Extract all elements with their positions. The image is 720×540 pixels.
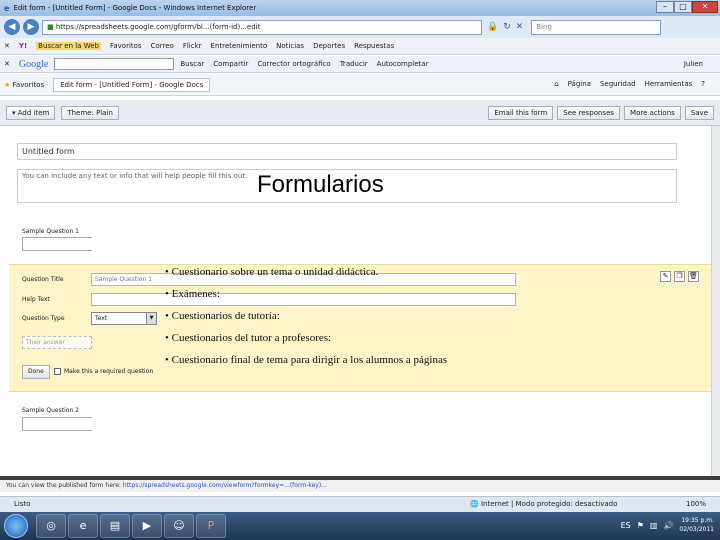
- question-title-label: Question Title: [22, 276, 64, 283]
- slide-title: Formularios: [255, 171, 386, 199]
- email-form-button[interactable]: Email this form: [488, 106, 554, 120]
- status-text: Listo: [14, 500, 31, 508]
- chevron-down-icon: ▼: [146, 313, 156, 324]
- clock[interactable]: 19:35 p.m. 02/03/2011: [679, 516, 714, 534]
- back-button[interactable]: ◀: [4, 19, 20, 35]
- refresh-icon[interactable]: ↻: [503, 22, 511, 32]
- question-type-label: Question Type: [22, 315, 65, 322]
- address-bar-row: ◀ ▶ ■ https://spreadsheets.google.com/gf…: [0, 16, 720, 38]
- required-question-toggle[interactable]: Make this a required question: [54, 368, 153, 375]
- toolbar-item[interactable]: Respuestas: [354, 42, 394, 50]
- more-actions-button[interactable]: More actions: [624, 106, 681, 120]
- help-text-label: Help Text: [22, 296, 50, 303]
- published-form-link[interactable]: https://spreadsheets.google.com/viewform…: [123, 482, 327, 489]
- forward-button[interactable]: ▶: [23, 19, 39, 35]
- folder-icon[interactable]: ▤: [100, 514, 130, 538]
- zoom-level[interactable]: 100%: [686, 497, 706, 512]
- answer-preview: Their answer: [22, 336, 92, 349]
- address-input[interactable]: ■ https://spreadsheets.google.com/gform/…: [42, 19, 482, 35]
- toolbar-item[interactable]: Favoritos: [110, 42, 142, 50]
- toolbar-item[interactable]: Noticias: [276, 42, 304, 50]
- slide-bullet: Cuestionarios de tutoría:: [165, 305, 447, 327]
- done-button[interactable]: Done: [22, 365, 50, 379]
- published-form-text: You can view the published form here:: [6, 482, 121, 489]
- toolbar-item[interactable]: Correo: [151, 42, 174, 50]
- toolbar-item[interactable]: Corrector ortográfico: [257, 60, 330, 68]
- command-bar: ★ Favoritos Edit form - [Untitled Form] …: [0, 74, 720, 96]
- toolbar-item[interactable]: Autocompletar: [377, 60, 429, 68]
- system-tray: ES ⚑ ▥ 🔊 19:35 p.m. 02/03/2011: [621, 516, 714, 534]
- save-button[interactable]: Save: [684, 106, 714, 120]
- lock-icon[interactable]: 🔒: [487, 22, 498, 32]
- home-icon[interactable]: ⌂: [554, 80, 558, 88]
- slide-bullet: Exámenes:: [165, 283, 447, 305]
- question-1-title: Sample Question 1: [22, 228, 79, 235]
- messenger-icon[interactable]: ☺: [164, 514, 194, 538]
- search-input[interactable]: Bing: [531, 19, 662, 35]
- yahoo-toolbar: ✕ Y! Buscar en la Web Favoritos Correo F…: [0, 38, 720, 55]
- browser-tab[interactable]: Edit form - [Untitled Form] - Google Doc…: [53, 77, 211, 92]
- window-title-bar: e Edit form - [Untitled Form] - Google D…: [0, 0, 720, 16]
- question-type-select[interactable]: Text ▼: [91, 312, 157, 325]
- user-name[interactable]: Julien: [684, 60, 703, 68]
- ie-icon: e: [4, 3, 10, 13]
- toolbar-item[interactable]: Entretenimiento: [211, 42, 268, 50]
- toolbar-item[interactable]: Buscar en la Web: [36, 42, 101, 50]
- status-bar: Listo 🌐 Internet | Modo protegido: desac…: [0, 496, 720, 512]
- flag-icon[interactable]: ⚑: [637, 521, 644, 530]
- network-icon[interactable]: ▥: [650, 521, 658, 530]
- duplicate-icon[interactable]: ❐: [674, 271, 685, 282]
- windows-taskbar: ◎ e ▤ ▶ ☺ P ES ⚑ ▥ 🔊 19:35 p.m. 02/03/20…: [0, 512, 720, 540]
- menu-security[interactable]: Seguridad: [600, 80, 636, 88]
- language-indicator[interactable]: ES: [621, 521, 631, 530]
- globe-icon: 🌐: [470, 500, 479, 508]
- question-2-title: Sample Question 2: [22, 407, 79, 414]
- toolbar-item[interactable]: Flickr: [183, 42, 202, 50]
- maximize-button[interactable]: □: [674, 1, 692, 13]
- slide-bullet: Cuestionario sobre un tema o unidad didá…: [165, 261, 447, 283]
- edit-icon[interactable]: ✎: [660, 271, 671, 282]
- question-1-answer[interactable]: [22, 237, 92, 251]
- see-responses-button[interactable]: See responses: [557, 106, 621, 120]
- help-icon[interactable]: ?: [701, 80, 705, 88]
- slide-bullet: Cuestionarios del tutor a profesores:: [165, 327, 447, 349]
- start-button[interactable]: [4, 514, 28, 538]
- window-title: Edit form - [Untitled Form] - Google Doc…: [13, 4, 257, 12]
- favorites-button[interactable]: ★ Favoritos: [4, 81, 44, 89]
- menu-page[interactable]: Página: [568, 80, 591, 88]
- media-player-icon[interactable]: ▶: [132, 514, 162, 538]
- url-text: https://spreadsheets.google.com/gform/bl…: [55, 22, 261, 31]
- google-logo: Google: [18, 58, 49, 70]
- question-2-answer[interactable]: [22, 417, 92, 431]
- yahoo-logo[interactable]: Y!: [19, 42, 27, 50]
- ie-taskbar-icon[interactable]: e: [68, 514, 98, 538]
- security-zone: 🌐 Internet | Modo protegido: desactivado: [470, 500, 618, 508]
- toolbar-item[interactable]: Deportes: [313, 42, 345, 50]
- add-item-button[interactable]: ▾ Add item: [6, 105, 56, 120]
- stop-icon[interactable]: ✕: [516, 22, 524, 32]
- minimize-button[interactable]: –: [656, 1, 674, 13]
- menu-tools[interactable]: Herramientas: [645, 80, 693, 88]
- toolbar-item[interactable]: Traducir: [340, 60, 368, 68]
- docs-toolbar: ▾ Add item Theme: Plain Email this form …: [0, 100, 720, 126]
- theme-button[interactable]: Theme: Plain: [61, 105, 119, 120]
- toolbar-item[interactable]: Compartir: [213, 60, 248, 68]
- slide-bullet: Cuestionario final de tema para dirigir …: [165, 349, 448, 371]
- toolbar-close-icon[interactable]: ✕: [4, 60, 10, 68]
- close-button[interactable]: ✕: [692, 1, 718, 13]
- powerpoint-icon[interactable]: P: [196, 514, 226, 538]
- required-checkbox[interactable]: [54, 368, 61, 375]
- form-title-input[interactable]: Untitled form: [17, 143, 677, 160]
- google-search-input[interactable]: [54, 58, 175, 70]
- slide-bullet-list: Cuestionario sobre un tema o unidad didá…: [165, 261, 448, 371]
- delete-icon[interactable]: 🗑: [688, 271, 699, 282]
- volume-icon[interactable]: 🔊: [663, 521, 673, 530]
- toolbar-item[interactable]: Buscar: [180, 60, 204, 68]
- published-form-bar: You can view the published form here: ht…: [0, 480, 720, 492]
- toolbar-close-icon[interactable]: ✕: [4, 42, 10, 50]
- taskbar-app-icon[interactable]: ◎: [36, 514, 66, 538]
- vertical-scrollbar[interactable]: [711, 126, 720, 476]
- google-toolbar: ✕ Google Buscar Compartir Corrector orto…: [0, 56, 720, 73]
